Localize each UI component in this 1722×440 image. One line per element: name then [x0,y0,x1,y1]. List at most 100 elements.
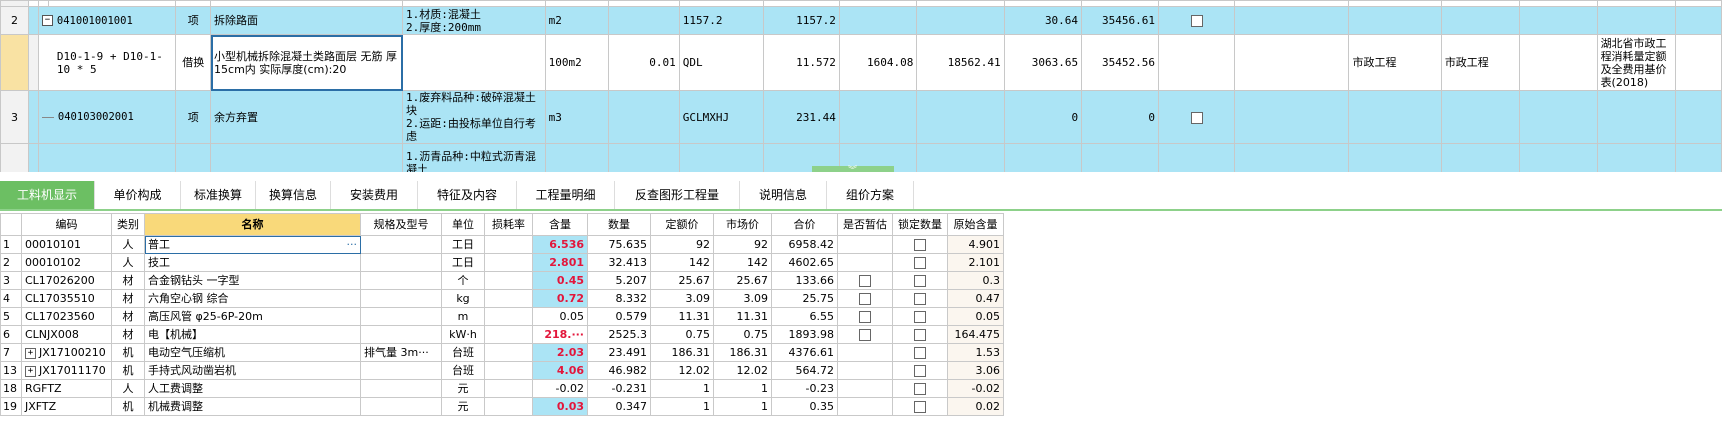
tab-quantity-detail[interactable]: 工程量明细 [517,181,615,209]
resource-market-price[interactable]: 1 [713,397,772,416]
resource-row[interactable]: 19 JXFTZ 机机械费调整元 0.03 0.347 1 1 0.35 0.02 [0,397,1004,416]
resource-code[interactable]: JXFTZ [21,397,112,416]
collapse-icon[interactable]: − [41,15,53,26]
resource-name[interactable]: 电【机械】 [144,325,361,344]
resource-row[interactable]: 18 RGFTZ 人人工费调整元 -0.02 -0.231 1 1 -0.23 -0.02 [0,379,1004,398]
resource-name[interactable]: 合金钢钻头 一字型 [144,271,361,290]
lock-checkbox-box[interactable] [914,329,926,341]
splitter-handle[interactable]: ︾ [812,166,894,172]
resource-code[interactable]: + JX17011170 [21,361,112,380]
estimate-checkbox[interactable] [837,271,893,290]
resource-code[interactable]: 00010101 [21,235,112,254]
quota-expr[interactable]: QDL [678,34,764,91]
resource-code[interactable]: CL17023560 [21,307,112,326]
estimate-checkbox[interactable] [837,343,893,362]
estimate-checkbox[interactable] [837,361,893,380]
lock-checkbox-box[interactable] [914,383,926,395]
lock-checkbox-box[interactable] [914,257,926,269]
quota-name-editor[interactable]: 小型机械拆除混凝土类路面层 无筋 厚15cm内 实际厚度(cm):20 [210,34,404,91]
resource-code[interactable]: CLNJX008 [21,325,112,344]
resource-market-price[interactable]: 3.09 [713,289,772,308]
resource-code[interactable]: 00010102 [21,253,112,272]
expand-icon[interactable]: + [25,365,36,377]
estimate-checkbox[interactable] [837,397,893,416]
header-lock[interactable]: 锁定数量 [892,213,948,236]
resource-row[interactable]: 1 00010101 人普工 ··· 工日 6.536 75.635 92 92 6958.42 4… [0,235,1004,254]
estimate-checkbox-box[interactable] [859,329,871,341]
resource-name[interactable]: 电动空气压缩机 [144,343,361,362]
lock-checkbox[interactable] [892,397,948,416]
resource-code[interactable]: + JX17100210 [21,343,112,362]
bill-feature[interactable]: 1.材质:混凝土 2.厚度:200mm [402,6,546,35]
resource-spec[interactable]: 排气量 3m··· [360,343,442,362]
bill-checkbox[interactable] [1190,15,1203,27]
resource-spec[interactable] [360,361,442,380]
lock-checkbox-box[interactable] [914,347,926,359]
resource-content[interactable]: 6.536 [532,235,588,254]
resource-row[interactable]: 13 + JX17011170 机手持式风动凿岩机 台班 4.06 46.982 12.02 1… [0,361,1004,380]
resource-content[interactable]: 0.45 [532,271,588,290]
bill-feature[interactable]: 1.废弃料品种:破碎混凝土块 2.运距:由投标单位自行考虑 [402,90,546,144]
resource-content[interactable]: 4.06 [532,361,588,380]
resource-code[interactable]: CL17026200 [21,271,112,290]
header-quota-price[interactable]: 定额价 [650,213,714,236]
header-market-price[interactable]: 市场价 [713,213,772,236]
resource-market-price[interactable]: 12.02 [713,361,772,380]
lock-checkbox-box[interactable] [914,365,926,377]
lock-checkbox-box[interactable] [914,311,926,323]
resource-market-price[interactable]: 186.31 [713,343,772,362]
resource-name[interactable]: 普工 ··· [144,235,361,254]
tab-features[interactable]: 特征及内容 [418,181,517,209]
resource-loss-rate[interactable] [484,379,533,398]
resource-spec[interactable] [360,379,442,398]
resource-market-price[interactable]: 0.75 [713,325,772,344]
estimate-checkbox[interactable] [837,379,893,398]
resource-content[interactable]: 2.03 [532,343,588,362]
lock-checkbox-box[interactable] [914,293,926,305]
resource-content[interactable]: 0.05 [532,307,588,326]
header-original[interactable]: 原始含量 [947,213,1004,236]
lock-checkbox-box[interactable] [914,401,926,413]
estimate-checkbox[interactable] [837,253,893,272]
resource-content[interactable]: 0.72 [532,289,588,308]
header-content[interactable]: 含量 [532,213,588,236]
resource-loss-rate[interactable] [484,307,533,326]
resource-spec[interactable] [360,307,442,326]
lock-checkbox[interactable] [892,271,948,290]
resource-spec[interactable] [360,235,442,254]
estimate-checkbox[interactable] [837,289,893,308]
resource-market-price[interactable]: 142 [713,253,772,272]
lock-checkbox[interactable] [892,289,948,308]
estimate-checkbox-box[interactable] [859,293,871,305]
resource-row[interactable]: 4 CL17035510 材六角空心钢 综合 kg 0.72 8.332 3.09 3.09 2… [0,289,1004,308]
resource-name[interactable]: 人工费调整 [144,379,361,398]
resource-loss-rate[interactable] [484,397,533,416]
resource-spec[interactable] [360,271,442,290]
header-estimate[interactable]: 是否暂估 [837,213,893,236]
header-total[interactable]: 合价 [771,213,838,236]
lock-checkbox[interactable] [892,253,948,272]
tab-pricing-scheme[interactable]: 组价方案 [827,181,914,209]
tab-description[interactable]: 说明信息 [740,181,827,209]
resource-row[interactable]: 5 CL17023560 材高压风管 φ25-6P-20m m 0.05 0.579 11.… [0,307,1004,326]
resource-name[interactable]: 六角空心钢 综合 [144,289,361,308]
bill-feature[interactable]: 1.沥青品种:中粒式沥青混凝土 [402,143,546,172]
resource-row[interactable]: 7 + JX17100210 机电动空气压缩机 排气量 3m··· 台班 2.03 23.49… [0,343,1004,362]
resource-loss-rate[interactable] [484,343,533,362]
tab-material-machine[interactable]: 工料机显示 [0,181,95,209]
resource-spec[interactable] [360,253,442,272]
resource-content[interactable]: 2.801 [532,253,588,272]
bill-checkbox[interactable] [1190,111,1203,124]
resource-loss-rate[interactable] [484,235,533,254]
resource-content[interactable]: 0.03 [532,397,588,416]
resource-loss-rate[interactable] [484,325,533,344]
bill-expr[interactable]: 1157.2 [678,6,764,35]
lock-checkbox[interactable] [892,325,948,344]
estimate-checkbox-box[interactable] [859,311,871,323]
resource-loss-rate[interactable] [484,289,533,308]
lock-checkbox[interactable] [892,361,948,380]
header-quantity[interactable]: 数量 [587,213,651,236]
bill-row[interactable]: 2 −041001001001 项 拆除路面 1.材质:混凝土 2.厚度:200… [0,6,1722,35]
lock-checkbox[interactable] [892,307,948,326]
bill-row[interactable]: 3 040103002001 项 余方弃置 1.废弃料品种:破碎混凝土块 2.运… [0,90,1722,144]
